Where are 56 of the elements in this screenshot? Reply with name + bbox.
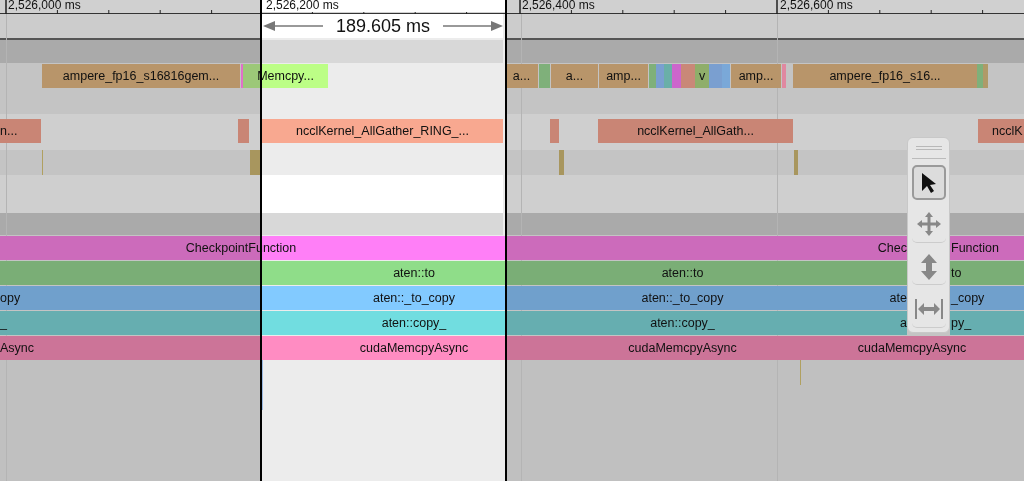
trace-slice[interactable]: ate xyxy=(800,286,907,310)
trace-slice[interactable]: opy xyxy=(0,286,263,310)
trace-slice[interactable] xyxy=(649,64,656,88)
trace-slice[interactable] xyxy=(550,119,559,143)
trace-slice[interactable] xyxy=(782,64,786,88)
trace-slice[interactable] xyxy=(681,64,695,88)
trace-slice[interactable]: amp... xyxy=(599,64,648,88)
duration-label: 189.605 ms xyxy=(335,15,431,37)
ruler-label: 2,526,200 ms xyxy=(266,0,339,12)
trace-slice[interactable]: a... xyxy=(505,64,538,88)
trace-slice[interactable]: to xyxy=(950,261,1024,285)
trace-slice[interactable]: Async xyxy=(0,336,263,360)
trace-slice[interactable]: aten::copy_ xyxy=(263,311,565,335)
trace-slice[interactable] xyxy=(664,64,672,88)
trace-slice[interactable] xyxy=(539,64,550,88)
trace-slice[interactable]: aten::copy_ xyxy=(565,311,800,335)
trace-slice[interactable]: Chec xyxy=(800,236,907,260)
range-arrow xyxy=(263,21,323,31)
trace-slice[interactable]: cudaMemcpyAsync xyxy=(800,336,1024,360)
trace-slice[interactable]: _copy xyxy=(950,286,1024,310)
trace-slice[interactable]: aten::to xyxy=(565,261,800,285)
ruler-label: 2,526,400 ms xyxy=(522,0,595,12)
trace-slice[interactable] xyxy=(983,64,988,88)
trace-slice[interactable] xyxy=(656,64,664,88)
trace-slice[interactable]: aten::to xyxy=(263,261,565,285)
trace-slice[interactable]: py_ xyxy=(950,311,1024,335)
trace-slice[interactable] xyxy=(0,261,263,285)
ruler-label: 2,526,600 ms xyxy=(780,0,853,12)
trace-slice[interactable]: v xyxy=(695,64,709,88)
trace-slice[interactable] xyxy=(672,64,681,88)
trace-slice[interactable]: ampere_fp16_s16... xyxy=(793,64,977,88)
trace-slice[interactable]: _ xyxy=(0,311,263,335)
trace-slice[interactable]: a xyxy=(800,311,907,335)
trace-slice[interactable]: cudaMemcpyAsync xyxy=(263,336,565,360)
trace-slice[interactable]: cudaMemcpyAsync xyxy=(565,336,800,360)
pointer-icon xyxy=(919,171,938,194)
trace-slice[interactable]: a... xyxy=(551,64,598,88)
trace-slice[interactable] xyxy=(722,64,730,88)
timing-icon xyxy=(913,299,944,320)
trace-slice[interactable]: ncclKernel_AllGather_RING_... xyxy=(262,119,503,143)
zoom-icon xyxy=(920,253,937,280)
pan-icon xyxy=(916,212,941,237)
trace-slice[interactable] xyxy=(238,119,249,143)
trace-slice[interactable]: Function xyxy=(950,236,1024,260)
trace-slice[interactable]: ncclKernel_AllGath... xyxy=(598,119,793,143)
trace-slice[interactable] xyxy=(977,64,983,88)
trace-slice[interactable]: n... xyxy=(0,119,41,143)
trace-slice[interactable] xyxy=(709,64,722,88)
trace-slice[interactable]: aten::_to_copy xyxy=(263,286,565,310)
tool-button[interactable] xyxy=(911,164,946,201)
trace-slice[interactable]: aten::_to_copy xyxy=(565,286,800,310)
trace-slice[interactable]: amp... xyxy=(731,64,781,88)
range-arrow xyxy=(443,21,503,31)
ruler-label: 2,526,000 ms xyxy=(8,0,81,12)
trace-slice[interactable]: ampere_fp16_s16816gem... xyxy=(42,64,240,88)
trace-slice[interactable]: ncclK xyxy=(978,119,1024,143)
